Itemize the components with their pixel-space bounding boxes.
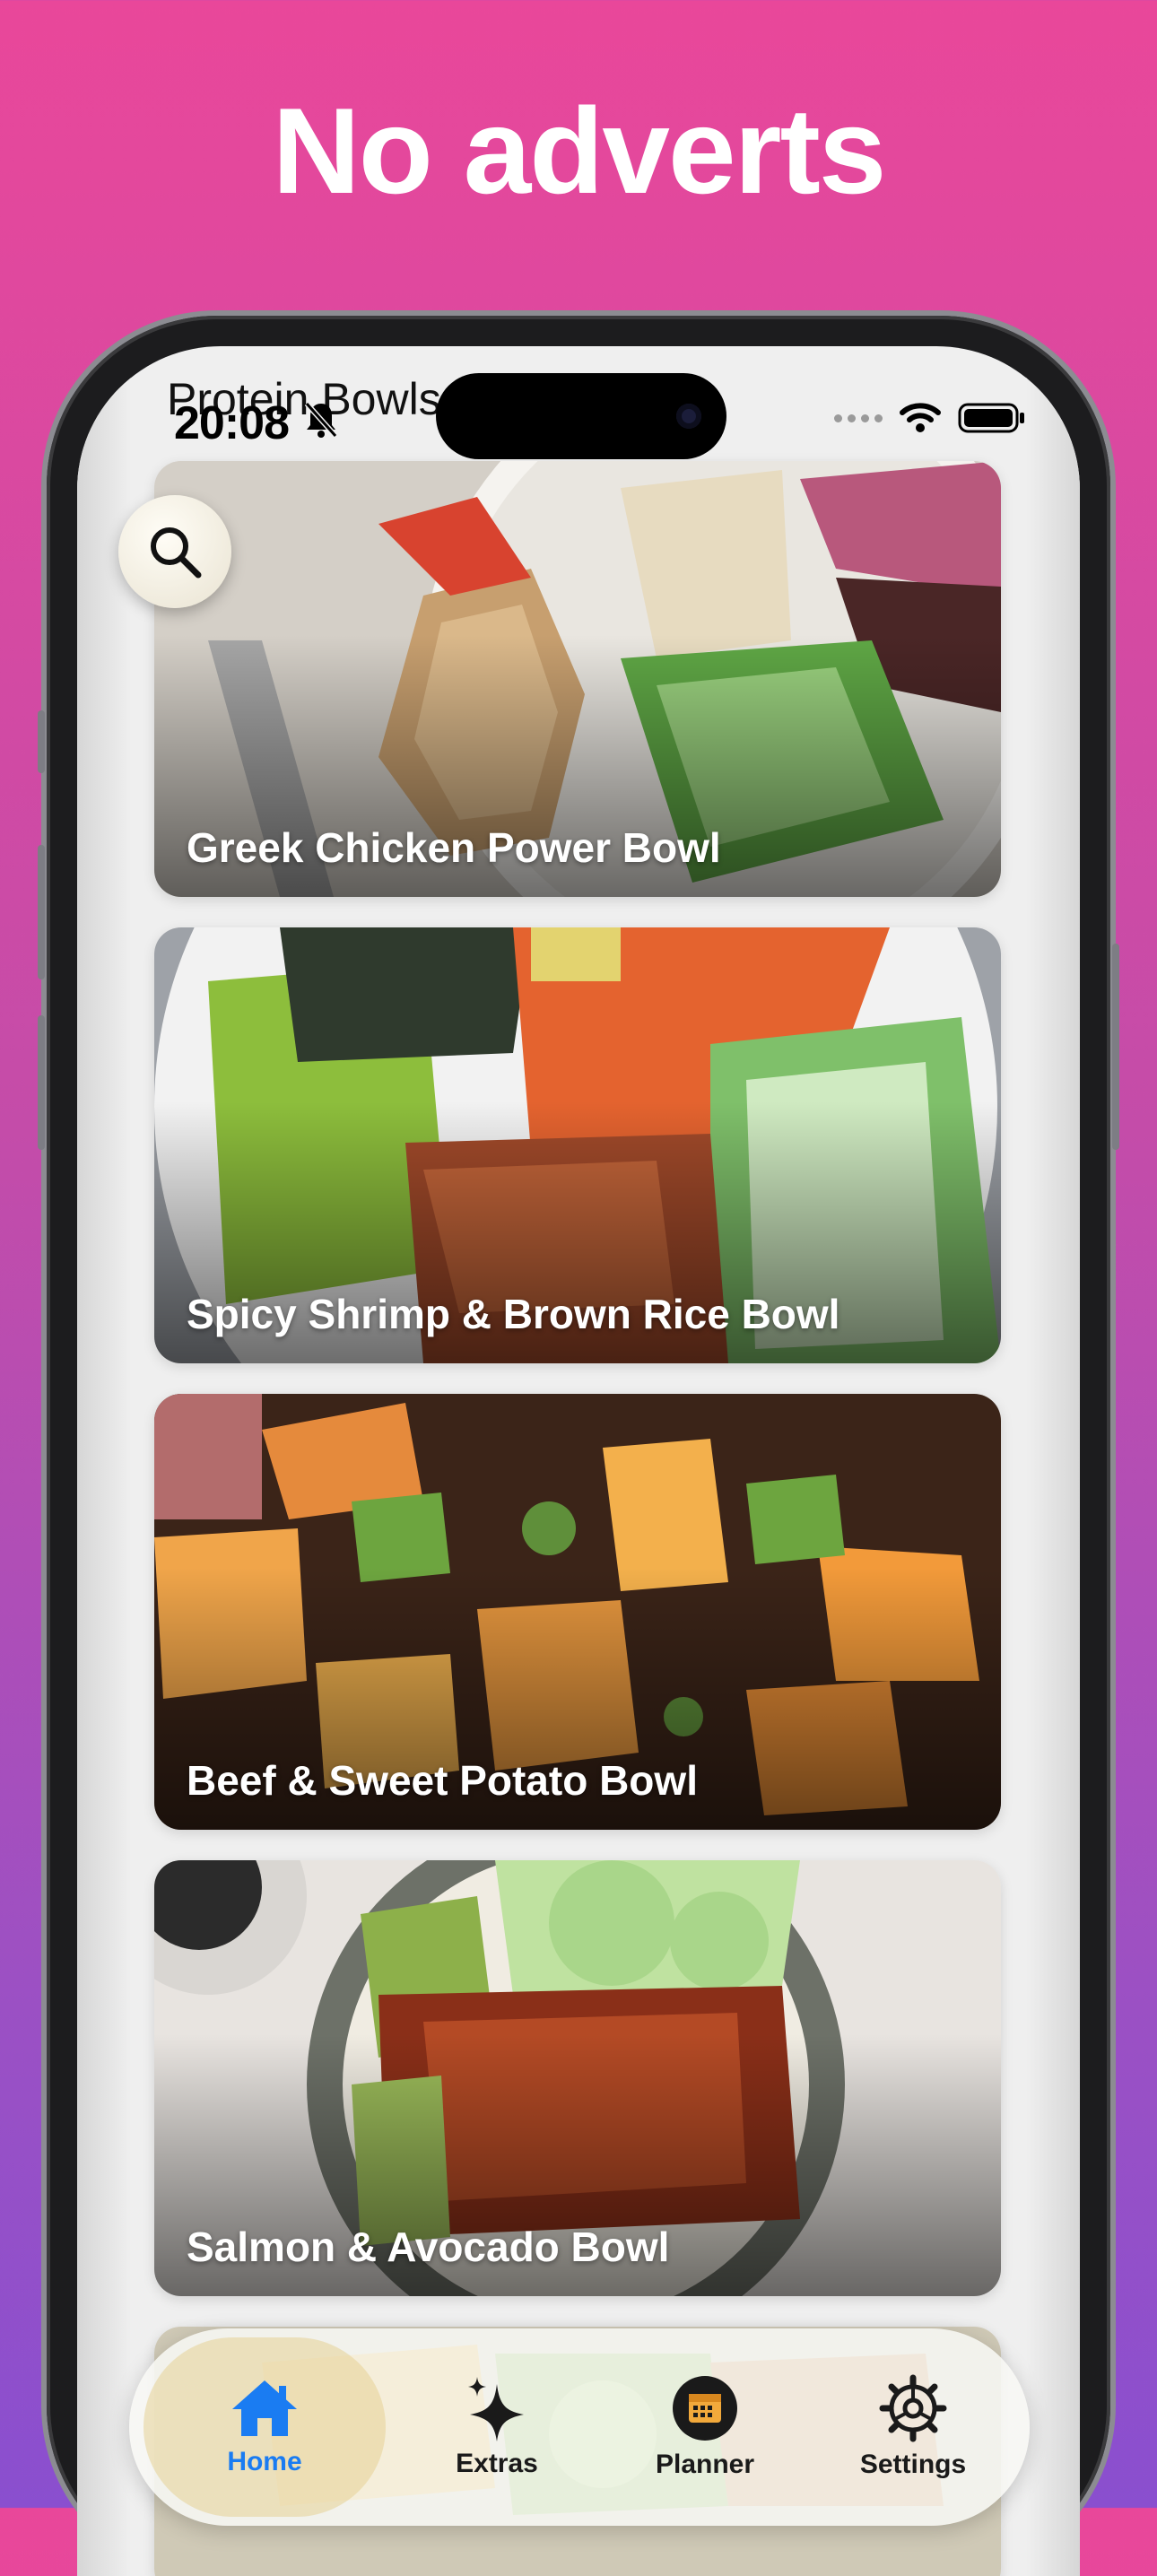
recipe-title: Spicy Shrimp & Brown Rice Bowl <box>187 1291 840 1337</box>
recipe-card[interactable]: Spicy Shrimp & Brown Rice Bowl <box>154 927 1001 1363</box>
silent-bell-icon <box>304 402 338 438</box>
recipe-title: Beef & Sweet Potato Bowl <box>187 1757 698 1804</box>
tab-label: Extras <box>456 2449 538 2478</box>
tab-label: Planner <box>655 2450 755 2479</box>
cellular-signal-icon <box>834 413 883 422</box>
recipe-title: Salmon & Avocado Bowl <box>187 2224 670 2270</box>
headline: No adverts <box>272 83 887 219</box>
search-button[interactable] <box>118 495 231 608</box>
tab-extras[interactable]: Extras <box>389 2337 605 2517</box>
tab-label: Home <box>227 2447 302 2476</box>
battery-icon <box>958 403 1024 433</box>
tab-home[interactable]: Home <box>144 2337 386 2517</box>
power-button <box>1112 944 1119 1150</box>
phone-frame: Protein Bowls 20:08 Greek Chicken Power … <box>38 316 1119 2576</box>
tab-planner[interactable]: Planner <box>597 2337 813 2517</box>
recipe-card[interactable]: Greek Chicken Power Bowl <box>154 461 1001 897</box>
calendar-icon <box>673 2376 737 2441</box>
recipe-title: Greek Chicken Power Bowl <box>187 824 721 871</box>
volume-up-button <box>38 845 45 979</box>
dynamic-island <box>436 373 726 459</box>
tab-settings[interactable]: Settings <box>805 2337 1021 2517</box>
action-button <box>38 710 45 773</box>
recipe-card[interactable]: Salmon & Avocado Bowl <box>154 1860 1001 2296</box>
tab-label: Settings <box>859 2450 967 2479</box>
status-time: 20:08 <box>174 397 290 449</box>
volume-down-button <box>38 1015 45 1150</box>
tab-bar: Home Extras Planner Settings <box>129 2328 1030 2526</box>
app-screen: Protein Bowls 20:08 Greek Chicken Power … <box>77 346 1080 2576</box>
wifi-icon <box>900 403 941 432</box>
house-icon <box>232 2380 297 2436</box>
gear-icon <box>879 2374 947 2442</box>
search-icon <box>151 527 202 579</box>
sparkles-icon <box>468 2377 524 2441</box>
recipe-card[interactable]: Beef & Sweet Potato Bowl <box>154 1394 1001 1830</box>
